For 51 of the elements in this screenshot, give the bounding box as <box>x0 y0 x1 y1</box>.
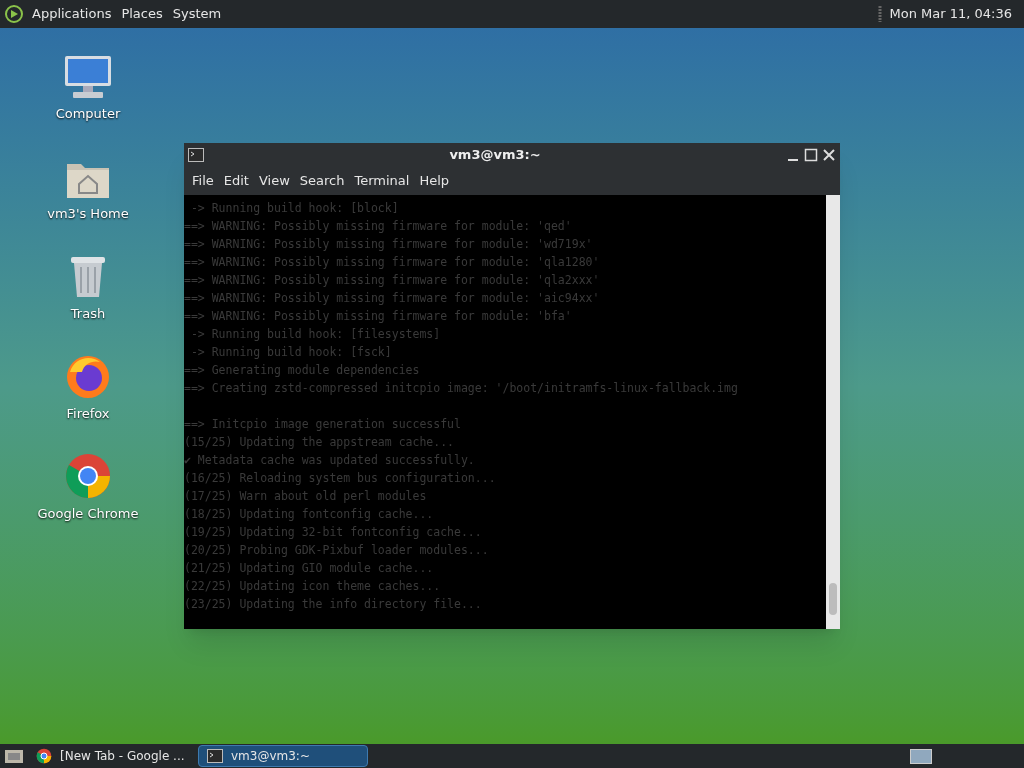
menu-item[interactable]: Search <box>295 171 349 191</box>
close-icon[interactable] <box>822 148 836 162</box>
terminal-line: ==> WARNING: Possibly missing firmware for module: 'aic94xx' <box>184 290 601 307</box>
desktop-icon[interactable] <box>4 747 24 765</box>
desktop-icon-label[interactable]: Trash <box>70 304 106 324</box>
desktop-icon-label[interactable]: vm3's Home <box>47 204 129 224</box>
terminal-line: ==> WARNING: Possibly missing firmware for module: 'wd719x' <box>184 236 594 253</box>
desktop-icon-label[interactable]: Computer <box>55 104 121 124</box>
terminal-line: (23/25) Updating the info directory file... <box>184 596 483 613</box>
terminal-icon <box>207 749 223 763</box>
terminal-line: -> Running build hook: [filesystems] <box>189 326 442 343</box>
menu-item[interactable]: Terminal <box>350 171 414 191</box>
terminal-icon <box>188 148 204 162</box>
terminal-line: (16/25) Reloading system bus configuration... <box>184 470 497 487</box>
terminal-line: ==> Initcpio image generation successful <box>184 416 462 433</box>
menu-item[interactable]: Edit <box>219 171 253 191</box>
terminal-line: (15/25) Updating the appstream cache... <box>184 434 456 451</box>
terminal-line: ✔ Metadata cache was updated successfully. <box>184 452 476 469</box>
logo-icon <box>4 4 24 24</box>
menu-item[interactable]: File <box>188 171 218 191</box>
scrollbar[interactable] <box>826 195 840 629</box>
panel-menu[interactable]: System <box>172 4 222 24</box>
terminal-line: (18/25) Updating fontconfig cache... <box>184 506 435 523</box>
terminal-line: (21/25) Updating GIO module cache... <box>184 560 435 577</box>
trash-icon <box>68 254 108 300</box>
terminal-line: ==> WARNING: Possibly missing firmware for module: 'qed' <box>184 218 573 235</box>
menu-item[interactable]: View <box>254 171 294 191</box>
maximize-icon[interactable] <box>804 148 818 162</box>
terminal-line: ==> WARNING: Possibly missing firmware for module: 'qla2xxx' <box>184 272 601 289</box>
terminal-line: (19/25) Updating 32-bit fontconfig cache... <box>184 524 483 541</box>
terminal-line: ==> Generating module dependencies <box>184 362 421 379</box>
terminal-line: ==> Creating zstd-compressed initcpio image: '/boot/initramfs-linux-fallback.img <box>184 380 739 397</box>
taskbar-button[interactable]: vm3@vm3:~ <box>198 745 368 767</box>
panel-menu[interactable]: Places <box>121 4 163 24</box>
terminal-line: (22/25) Updating icon theme caches... <box>184 578 442 595</box>
terminal-line: (20/25) Probing GDK-Pixbuf loader modules... <box>184 542 490 559</box>
window-title: vm3@vm3:~ <box>448 146 542 165</box>
handle-icon <box>877 5 882 23</box>
browser-icon <box>36 748 52 764</box>
clock[interactable]: Mon Mar 11, 04:36 <box>889 4 1012 24</box>
taskbar-button[interactable]: [New Tab - Google ... <box>28 745 198 767</box>
terminal-line: ==> WARNING: Possibly missing firmware for module: 'bfa' <box>184 308 573 325</box>
terminal-line: (17/25) Warn about old perl modules <box>184 488 428 505</box>
computer-icon <box>63 54 113 100</box>
menu-item[interactable]: Help <box>415 171 454 191</box>
browser-icon <box>64 452 112 500</box>
terminal-line: -> Running build hook: [fsck] <box>189 344 393 361</box>
workspace-switcher[interactable] <box>910 748 932 764</box>
terminal-line: -> Running build hook: [block] <box>189 200 400 217</box>
terminal-line: ==> WARNING: Possibly missing firmware for module: 'qla1280' <box>184 254 601 271</box>
panel-menu[interactable]: Applications <box>32 4 112 24</box>
